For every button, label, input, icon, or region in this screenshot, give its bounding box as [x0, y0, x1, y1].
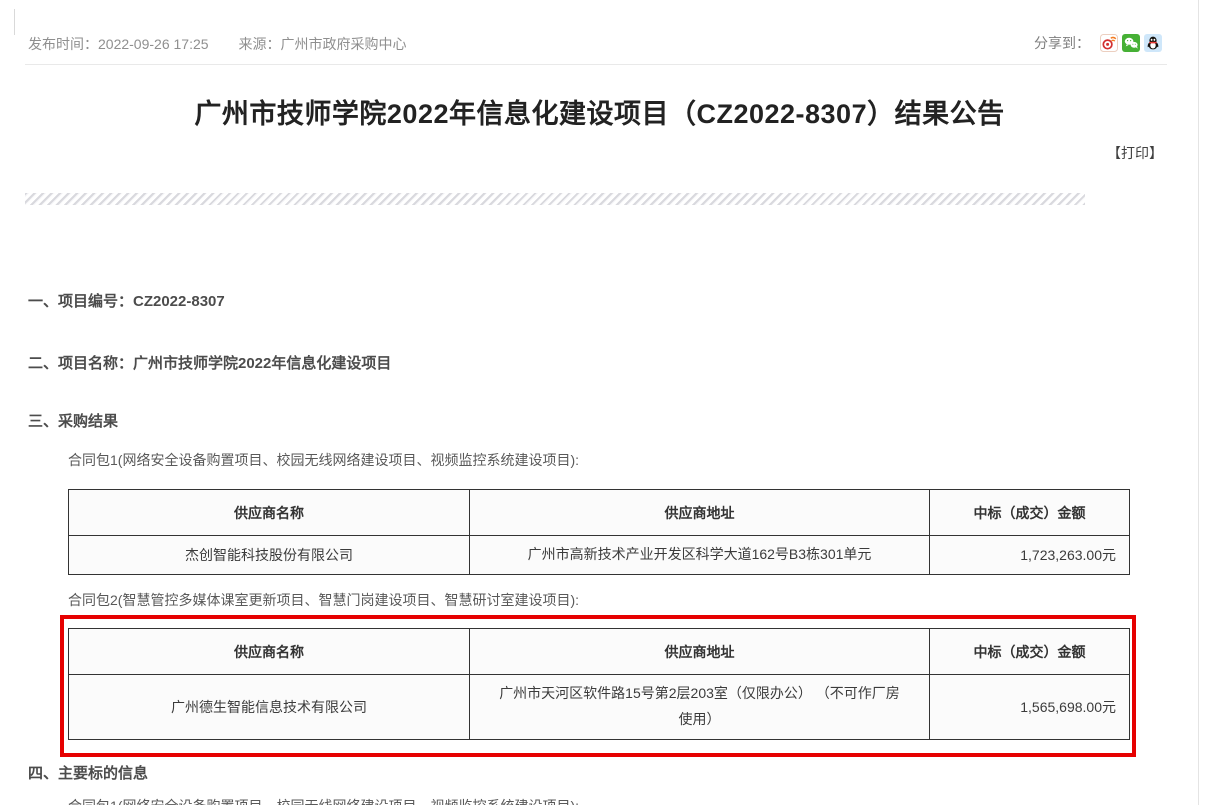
table-row: 广州德生智能信息技术有限公司 广州市天河区软件路15号第2层203室（仅限办公）… — [69, 675, 1130, 740]
award-amount-cell: 1,565,698.00元 — [930, 675, 1130, 740]
share-label: 分享到： — [1034, 33, 1090, 53]
page-title: 广州市技师学院2022年信息化建设项目（CZ2022-8307）结果公告 — [0, 92, 1199, 131]
header-divider — [25, 64, 1167, 65]
supplier-address-cell: 广州市高新技术产业开发区科学大道162号B3栋301单元 — [470, 536, 930, 575]
print-button[interactable]: 【打印】 — [1107, 143, 1163, 163]
package2-label: 合同包2(智慧管控多媒体课室更新项目、智慧门岗建设项目、智慧研讨室建设项目): — [68, 590, 579, 610]
table-header-row: 供应商名称 供应商地址 中标（成交）金额 — [69, 490, 1130, 536]
source-value: 广州市政府采购中心 — [281, 36, 407, 52]
meta-bar: 发布时间：2022-09-26 17:25 来源：广州市政府采购中心 — [28, 34, 407, 54]
hatched-divider — [25, 193, 1085, 205]
weibo-icon[interactable] — [1100, 34, 1118, 52]
section-procurement-result: 三、采购结果 — [28, 410, 118, 431]
table-row: 杰创智能科技股份有限公司 广州市高新技术产业开发区科学大道162号B3栋301单… — [69, 536, 1130, 575]
col-header-award-amount: 中标（成交）金额 — [930, 629, 1130, 675]
supplier-address-cell: 广州市天河区软件路15号第2层203室（仅限办公） （不可作厂房使用） — [470, 675, 930, 740]
package1-label: 合同包1(网络安全设备购置项目、校园无线网络建设项目、视频监控系统建设项目): — [68, 450, 579, 470]
section-project-name: 二、项目名称：广州市技师学院2022年信息化建设项目 — [28, 352, 391, 373]
supplier-name-cell: 广州德生智能信息技术有限公司 — [69, 675, 470, 740]
wechat-icon[interactable] — [1122, 34, 1140, 52]
col-header-supplier-address: 供应商地址 — [470, 629, 930, 675]
publish-time-value: 2022-09-26 17:25 — [98, 36, 209, 52]
announcement-page: 发布时间：2022-09-26 17:25 来源：广州市政府采购中心 分享到： — [0, 0, 1218, 805]
col-header-supplier-address: 供应商地址 — [470, 490, 930, 536]
award-amount-cell: 1,723,263.00元 — [930, 536, 1130, 575]
col-header-supplier-name: 供应商名称 — [69, 629, 470, 675]
section-main-subject-info: 四、主要标的信息 — [28, 762, 148, 783]
col-header-award-amount: 中标（成交）金额 — [930, 490, 1130, 536]
qq-icon[interactable] — [1144, 34, 1162, 52]
col-header-supplier-name: 供应商名称 — [69, 490, 470, 536]
package1-result-table: 供应商名称 供应商地址 中标（成交）金额 杰创智能科技股份有限公司 广州市高新技… — [68, 489, 1130, 575]
bottom-partial-line: 合同包1(网络安全设备购置项目、校园无线网络建设项目、视频监控系统建设项目): — [68, 796, 579, 805]
package2-result-table: 供应商名称 供应商地址 中标（成交）金额 广州德生智能信息技术有限公司 广州市天… — [68, 628, 1130, 740]
source-label: 来源： — [239, 36, 281, 52]
left-edge-rule — [14, 9, 15, 35]
table-header-row: 供应商名称 供应商地址 中标（成交）金额 — [69, 629, 1130, 675]
section-project-number: 一、项目编号：CZ2022-8307 — [28, 290, 225, 311]
supplier-name-cell: 杰创智能科技股份有限公司 — [69, 536, 470, 575]
share-bar: 分享到： — [1034, 33, 1162, 53]
publish-time-label: 发布时间： — [28, 36, 98, 52]
